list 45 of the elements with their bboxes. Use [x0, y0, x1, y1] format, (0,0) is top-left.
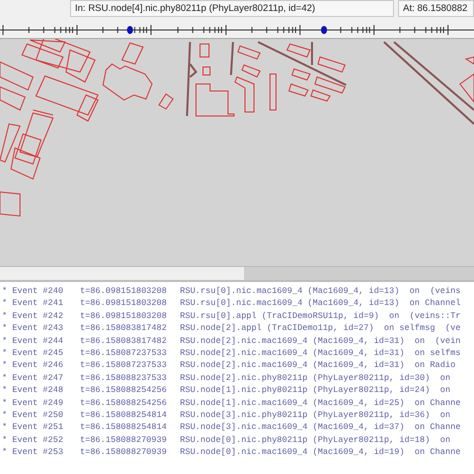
event-message: RSU.node[1].nic.mac1609_4 (Mac1609_4, id=25) on Channe: [180, 396, 461, 410]
event-time: t=86.158088237533: [80, 372, 168, 384]
event-message: RSU.node[2].nic.mac1609_4 (Mac1609_4, id=31) on selfms: [180, 347, 461, 360]
event-label: * Event #246: [2, 359, 64, 372]
event-time: t=86.158088254256: [80, 396, 168, 410]
event-label: * Event #241: [2, 297, 64, 310]
event-message: RSU.rsu[0].appl (TraCIDemoRSU11p, id=9) on (veins::Tr: [180, 310, 461, 322]
event-time: t=86.158087237533: [80, 359, 168, 372]
event-message: RSU.node[1].nic.phy80211p (PhyLayer80211p, id=24) on: [180, 384, 450, 397]
scrollbar-thumb[interactable]: [0, 267, 244, 280]
event-message: RSU.node[2].nic.mac1609_4 (Mac1609_4, id=31) on Radio: [180, 359, 456, 372]
event-message: RSU.node[0].nic.mac1609_4 (Mac1609_4, id=19) on Channe: [180, 446, 461, 459]
event-time: t=86.158087237533: [80, 347, 168, 360]
event-message: RSU.node[2].nic.phy80211p (PhyLayer80211p, id=30) on: [180, 372, 450, 384]
event-label: * Event #244: [2, 334, 64, 348]
event-time: t=86.158088270939: [80, 434, 168, 446]
event-time: t=86.158088254814: [80, 421, 168, 434]
event-label: * Event #242: [2, 310, 64, 322]
event-time: t=86.158088254814: [80, 409, 168, 422]
event-label: * Event #252: [2, 434, 64, 446]
event-time: t=86.158088270939: [80, 446, 168, 459]
event-label: * Event #251: [2, 421, 64, 434]
event-time: t=86.158083817482: [80, 322, 168, 335]
event-message: RSU.node[0].nic.phy80211p (PhyLayer80211p, id=18) on: [180, 434, 450, 446]
event-label: * Event #240: [2, 285, 64, 298]
event-time: t=86.098151803208: [80, 285, 168, 298]
event-time: t=86.158088254256: [80, 384, 168, 397]
event-label: * Event #253: [2, 446, 64, 459]
event-label: * Event #245: [2, 347, 64, 360]
module-field: In: RSU.node[4].nic.phy80211p (PhyLayer80211p, id=42): [70, 0, 394, 17]
event-label: * Event #250: [2, 409, 64, 422]
event-message: RSU.node[3].nic.phy80211p (PhyLayer80211p, id=36) on: [180, 409, 450, 422]
event-message: RSU.node[2].appl (TraCIDemo11p, id=27) on selfmsg (ve: [180, 322, 461, 335]
event-time: t=86.098151803208: [80, 297, 168, 310]
event-label: * Event #248: [2, 384, 64, 397]
event-message: RSU.node[3].nic.mac1609_4 (Mac1609_4, id=37) on Channe: [180, 421, 461, 434]
time-field: At: 86.1580882: [398, 0, 474, 17]
event-label: * Event #243: [2, 322, 64, 335]
event-message: RSU.node[2].nic.mac1609_4 (Mac1609_4, id=31) on (vein: [180, 334, 461, 348]
event-label: * Event #249: [2, 396, 64, 410]
event-time: t=86.158083817482: [80, 334, 168, 348]
event-label: * Event #247: [2, 372, 64, 384]
event-message: RSU.rsu[0].nic.mac1609_4 (Mac1609_4, id=13) on Channel: [180, 297, 461, 310]
event-message: RSU.rsu[0].nic.mac1609_4 (Mac1609_4, id=13) on (veins: [180, 285, 461, 298]
event-time: t=86.098151803208: [80, 310, 168, 322]
